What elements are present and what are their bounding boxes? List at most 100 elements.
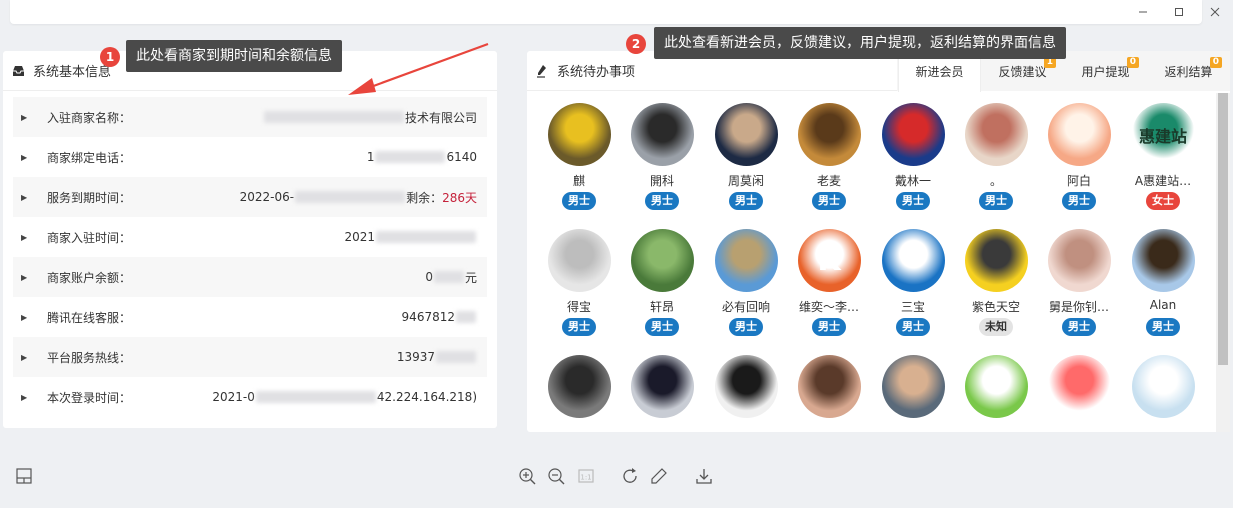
info-value-post: 技术有限公司 xyxy=(404,110,477,125)
member-avatar[interactable] xyxy=(714,355,778,418)
member-card[interactable]: 轩昂 男士 xyxy=(620,229,704,349)
tab-label: 用户提现 xyxy=(1081,64,1130,79)
tab-label: 返利结算 xyxy=(1164,64,1213,79)
member-avatar[interactable] xyxy=(547,355,611,418)
todo-panel: 系统待办事项 新进会员 反馈建议 1 用户提现 0 返利结算 0 麒男士 開科 男士 周莫闲 男士老… xyxy=(527,51,1230,432)
tip2-text: 此处查看新进会员，反馈建议，用户提现，返利结算的界面信息 xyxy=(654,27,1066,59)
window-controls xyxy=(1125,0,1233,24)
actual-size-icon[interactable]: 1:1 xyxy=(576,466,596,486)
member-card[interactable]: 舅是你钊… 男士 xyxy=(1037,229,1121,349)
info-row[interactable]: ▶ 平台服务热线： 13937 xyxy=(13,337,487,377)
member-avatar[interactable] xyxy=(1047,103,1111,166)
member-avatar[interactable] xyxy=(547,103,611,166)
info-row[interactable]: ▶ 本次登录时间： 2021-0 42.224.164.218) xyxy=(13,377,487,417)
member-card[interactable] xyxy=(704,355,788,431)
member-avatar[interactable] xyxy=(714,229,778,292)
redacted-mask xyxy=(263,111,404,123)
member-avatar[interactable] xyxy=(881,355,945,418)
member-card[interactable]: 老麦 男士 xyxy=(787,103,871,223)
member-card[interactable]: 惠建站 A惠建站… 女士 xyxy=(1121,103,1205,223)
member-card[interactable] xyxy=(871,355,955,431)
info-row[interactable]: ▶ 商家绑定电话： 1 6140 xyxy=(13,137,487,177)
member-card[interactable]: 三宝 男士 xyxy=(871,229,955,349)
tab-rebates[interactable]: 返利结算 0 xyxy=(1147,51,1230,91)
member-card[interactable]: 周莫闲 男士 xyxy=(704,103,788,223)
member-avatar[interactable] xyxy=(964,229,1028,292)
maximize-button[interactable] xyxy=(1161,0,1197,24)
member-card[interactable]: 開科 男士 xyxy=(620,103,704,223)
member-avatar[interactable] xyxy=(630,355,694,418)
member-scrollbar[interactable] xyxy=(1216,93,1230,432)
member-card[interactable]: 紫色天空 未知 xyxy=(954,229,1038,349)
tip1-text: 此处看商家到期时间和余额信息 xyxy=(126,40,342,72)
caret-right-icon[interactable]: ▶ xyxy=(21,113,29,122)
layout-icon[interactable] xyxy=(14,466,34,486)
member-card[interactable]: 阿白 男士 xyxy=(1037,103,1121,223)
member-avatar[interactable] xyxy=(630,229,694,292)
zoom-out-icon[interactable] xyxy=(546,466,566,486)
member-card[interactable]: 戴林一 男士 xyxy=(871,103,955,223)
info-value-pre: 1 xyxy=(366,150,375,164)
caret-right-icon[interactable]: ▶ xyxy=(21,233,29,242)
zoom-in-icon[interactable] xyxy=(517,466,537,486)
info-value: 9467812 xyxy=(402,310,477,324)
member-avatar[interactable] xyxy=(797,355,861,418)
info-row[interactable]: ▶ 入驻商家名称： 技术有限公司 xyxy=(13,97,487,137)
member-card[interactable] xyxy=(537,355,621,431)
member-avatar[interactable] xyxy=(881,103,945,166)
member-avatar[interactable] xyxy=(881,229,945,292)
info-row[interactable]: ▶ 商家入驻时间： 2021 xyxy=(13,217,487,257)
member-card[interactable]: 必有回响 男士 xyxy=(704,229,788,349)
info-row[interactable]: ▶ 腾讯在线客服： 9467812 xyxy=(13,297,487,337)
member-card[interactable] xyxy=(1121,355,1205,431)
member-card[interactable]: Alan 男士 xyxy=(1121,229,1205,349)
member-card[interactable] xyxy=(1037,355,1121,431)
edit-icon[interactable] xyxy=(649,466,669,486)
member-avatar[interactable]: 惠建站 xyxy=(1131,103,1195,166)
caret-right-icon[interactable]: ▶ xyxy=(21,313,29,322)
gender-badge: 男士 xyxy=(979,192,1013,210)
gender-badge: 男士 xyxy=(896,318,930,336)
info-value-pre: 2021 xyxy=(344,230,375,244)
member-card[interactable]: K 维奕～李… 男士 xyxy=(787,229,871,349)
close-button[interactable] xyxy=(1197,0,1233,24)
tip2-marker: 2 xyxy=(626,34,646,54)
member-name: 三宝 xyxy=(900,300,925,314)
member-card[interactable] xyxy=(954,355,1038,431)
info-value-post: 6140 xyxy=(446,150,477,164)
info-label: 商家入驻时间： xyxy=(47,230,132,245)
info-row[interactable]: ▶ 商家账户余额： 0 元 xyxy=(13,257,487,297)
member-avatar[interactable] xyxy=(797,103,861,166)
scrollbar-thumb[interactable] xyxy=(1218,93,1228,365)
caret-right-icon[interactable]: ▶ xyxy=(21,353,29,362)
member-avatar[interactable] xyxy=(1047,229,1111,292)
caret-right-icon[interactable]: ▶ xyxy=(21,193,29,202)
member-name: Alan xyxy=(1149,298,1177,312)
member-card[interactable]: 麒男士 xyxy=(537,103,621,223)
caret-right-icon[interactable]: ▶ xyxy=(21,393,29,402)
member-avatar[interactable] xyxy=(1131,229,1195,292)
member-avatar[interactable] xyxy=(964,355,1028,418)
tab-label: 新进会员 xyxy=(915,65,964,79)
member-avatar[interactable] xyxy=(714,103,778,166)
member-avatar[interactable] xyxy=(1047,355,1111,418)
member-avatar[interactable] xyxy=(547,229,611,292)
member-avatar[interactable] xyxy=(1131,355,1195,418)
member-avatar[interactable]: K xyxy=(797,229,861,292)
info-row[interactable]: ▶ 服务到期时间： 2022-06- 剩余： 286天 xyxy=(13,177,487,217)
member-avatar[interactable] xyxy=(630,103,694,166)
info-rows: ▶ 入驻商家名称： 技术有限公司 ▶ 商家绑定电话： 1 6140 ▶ 服务到期时间： 2022-… xyxy=(3,91,497,417)
member-card[interactable] xyxy=(787,355,871,431)
caret-right-icon[interactable]: ▶ xyxy=(21,273,29,282)
member-card[interactable]: 。男士 xyxy=(954,103,1038,223)
download-icon[interactable] xyxy=(694,466,714,486)
member-card[interactable] xyxy=(620,355,704,431)
tab-withdrawals[interactable]: 用户提现 0 xyxy=(1064,51,1147,91)
member-avatar[interactable] xyxy=(964,103,1028,166)
redacted-mask xyxy=(376,231,476,243)
info-value-post: 42.224.164.218) xyxy=(376,390,477,404)
caret-right-icon[interactable]: ▶ xyxy=(21,153,29,162)
minimize-button[interactable] xyxy=(1125,0,1161,24)
rotate-icon[interactable] xyxy=(620,466,640,486)
member-card[interactable]: 得宝 男士 xyxy=(537,229,621,349)
